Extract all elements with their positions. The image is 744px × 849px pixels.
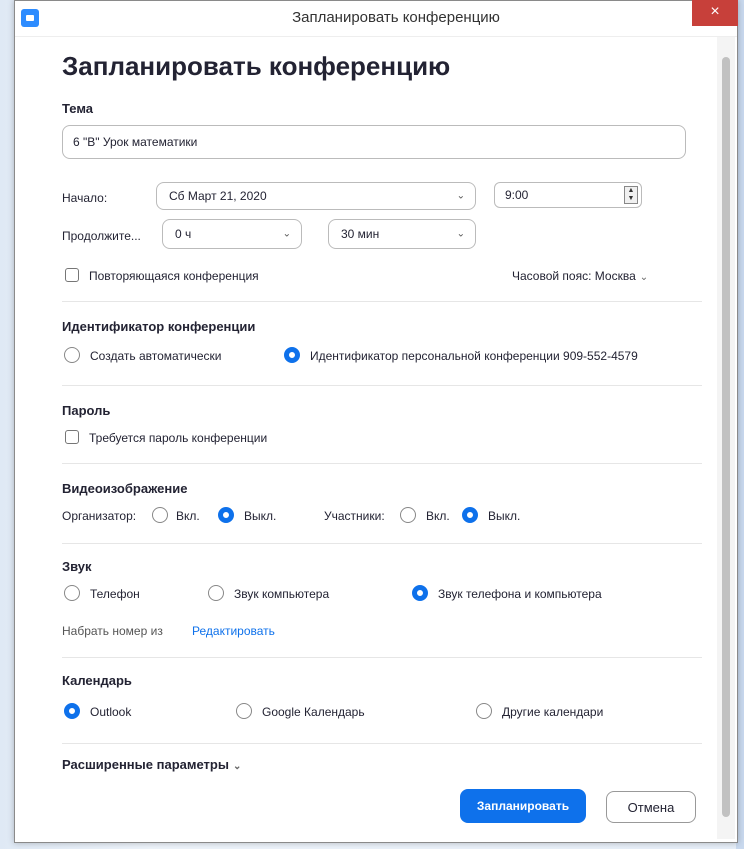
meeting-id-auto-radio[interactable] bbox=[64, 347, 80, 363]
recurring-checkbox[interactable] bbox=[65, 268, 79, 282]
video-participants-on-label: Вкл. bbox=[426, 509, 450, 523]
audio-phone-radio[interactable] bbox=[64, 585, 80, 601]
vertical-scrollbar[interactable] bbox=[717, 37, 735, 839]
divider bbox=[62, 743, 702, 744]
audio-computer-label: Звук компьютера bbox=[234, 587, 330, 601]
divider bbox=[62, 301, 702, 302]
audio-computer-radio[interactable] bbox=[208, 585, 224, 601]
recurring-label: Повторяющаяся конференция bbox=[89, 269, 259, 283]
audio-title: Звук bbox=[62, 559, 92, 574]
chevron-down-icon: ⌄ bbox=[282, 228, 291, 240]
meeting-id-title: Идентификатор конференции bbox=[62, 319, 256, 334]
edit-dial-link[interactable]: Редактировать bbox=[192, 624, 275, 638]
time-spinner[interactable]: ▲ ▼ bbox=[624, 186, 638, 204]
divider bbox=[62, 543, 702, 544]
timezone-selector[interactable]: Часовой пояс: Москва ⌄ bbox=[512, 269, 648, 283]
dial-from-label: Набрать номер из bbox=[62, 624, 163, 638]
page-title: Запланировать конференцию bbox=[62, 51, 451, 81]
calendar-outlook-radio[interactable] bbox=[64, 703, 80, 719]
video-host-off-radio[interactable] bbox=[218, 507, 234, 523]
zoom-app-icon bbox=[21, 9, 39, 27]
window-title: Запланировать конференцию bbox=[292, 9, 500, 26]
advanced-options-label: Расширенные параметры bbox=[62, 757, 229, 772]
video-host-label: Организатор: bbox=[62, 509, 137, 523]
cancel-button[interactable]: Отмена bbox=[606, 791, 696, 823]
video-participants-on-radio[interactable] bbox=[400, 507, 416, 523]
calendar-title: Календарь bbox=[62, 673, 132, 688]
chevron-down-icon: ⌄ bbox=[639, 272, 649, 283]
audio-both-label: Звук телефона и компьютера bbox=[438, 587, 602, 601]
title-bar: Запланировать конференцию × bbox=[15, 0, 738, 37]
close-button[interactable]: × bbox=[692, 0, 738, 26]
calendar-other-radio[interactable] bbox=[476, 703, 492, 719]
timezone-label: Часовой пояс: Москва bbox=[512, 269, 636, 283]
start-time-input[interactable]: 9:00 ▲ ▼ bbox=[494, 182, 642, 208]
start-time-value: 9:00 bbox=[505, 188, 529, 202]
chevron-down-icon: ⌄ bbox=[456, 228, 465, 240]
audio-both-radio[interactable] bbox=[412, 585, 428, 601]
schedule-meeting-window: Запланировать конференцию × Запланироват… bbox=[14, 0, 738, 843]
scrollbar-thumb[interactable] bbox=[722, 57, 730, 817]
divider bbox=[62, 657, 702, 658]
video-participants-off-label: Выкл. bbox=[488, 509, 521, 523]
topic-label: Тема bbox=[62, 101, 94, 116]
chevron-down-icon: ⌄ bbox=[232, 761, 242, 772]
divider bbox=[62, 463, 702, 464]
video-host-on-radio[interactable] bbox=[152, 507, 168, 523]
video-participants-off-radio[interactable] bbox=[462, 507, 478, 523]
advanced-options-toggle[interactable]: Расширенные параметры ⌄ bbox=[62, 757, 241, 772]
password-title: Пароль bbox=[62, 403, 111, 418]
spinner-up-icon[interactable]: ▲ bbox=[625, 187, 637, 195]
start-label: Начало: bbox=[62, 191, 108, 205]
video-title: Видеоизображение bbox=[62, 481, 188, 496]
password-required-checkbox[interactable] bbox=[65, 430, 79, 444]
duration-hours-select[interactable]: 0 ч ⌄ bbox=[162, 219, 302, 249]
spinner-down-icon[interactable]: ▼ bbox=[625, 195, 637, 203]
meeting-id-personal-radio[interactable] bbox=[284, 347, 300, 363]
start-date-select[interactable]: Сб Март 21, 2020 ⌄ bbox=[156, 182, 476, 210]
duration-minutes-select[interactable]: 30 мин ⌄ bbox=[328, 219, 476, 249]
calendar-outlook-label: Outlook bbox=[90, 705, 132, 719]
calendar-google-label: Google Календарь bbox=[262, 705, 365, 719]
duration-hours-value: 0 ч bbox=[175, 227, 192, 241]
password-required-label: Требуется пароль конференции bbox=[89, 431, 268, 445]
meeting-id-personal-label: Идентификатор персональной конференции 9… bbox=[310, 349, 638, 363]
meeting-id-auto-label: Создать автоматически bbox=[90, 349, 222, 363]
duration-minutes-value: 30 мин bbox=[341, 227, 380, 241]
start-date-value: Сб Март 21, 2020 bbox=[169, 189, 267, 203]
topic-input[interactable]: 6 "В" Урок математики bbox=[62, 125, 686, 159]
chevron-down-icon: ⌄ bbox=[456, 190, 465, 202]
calendar-google-radio[interactable] bbox=[236, 703, 252, 719]
duration-label: Продолжите... bbox=[62, 229, 141, 243]
video-host-on-label: Вкл. bbox=[176, 509, 200, 523]
audio-phone-label: Телефон bbox=[90, 587, 140, 601]
video-participants-label: Участники: bbox=[324, 509, 385, 523]
schedule-button[interactable]: Запланировать bbox=[460, 789, 586, 823]
topic-value: 6 "В" Урок математики bbox=[73, 135, 198, 149]
divider bbox=[62, 385, 702, 386]
video-host-off-label: Выкл. bbox=[244, 509, 277, 523]
calendar-other-label: Другие календари bbox=[502, 705, 604, 719]
